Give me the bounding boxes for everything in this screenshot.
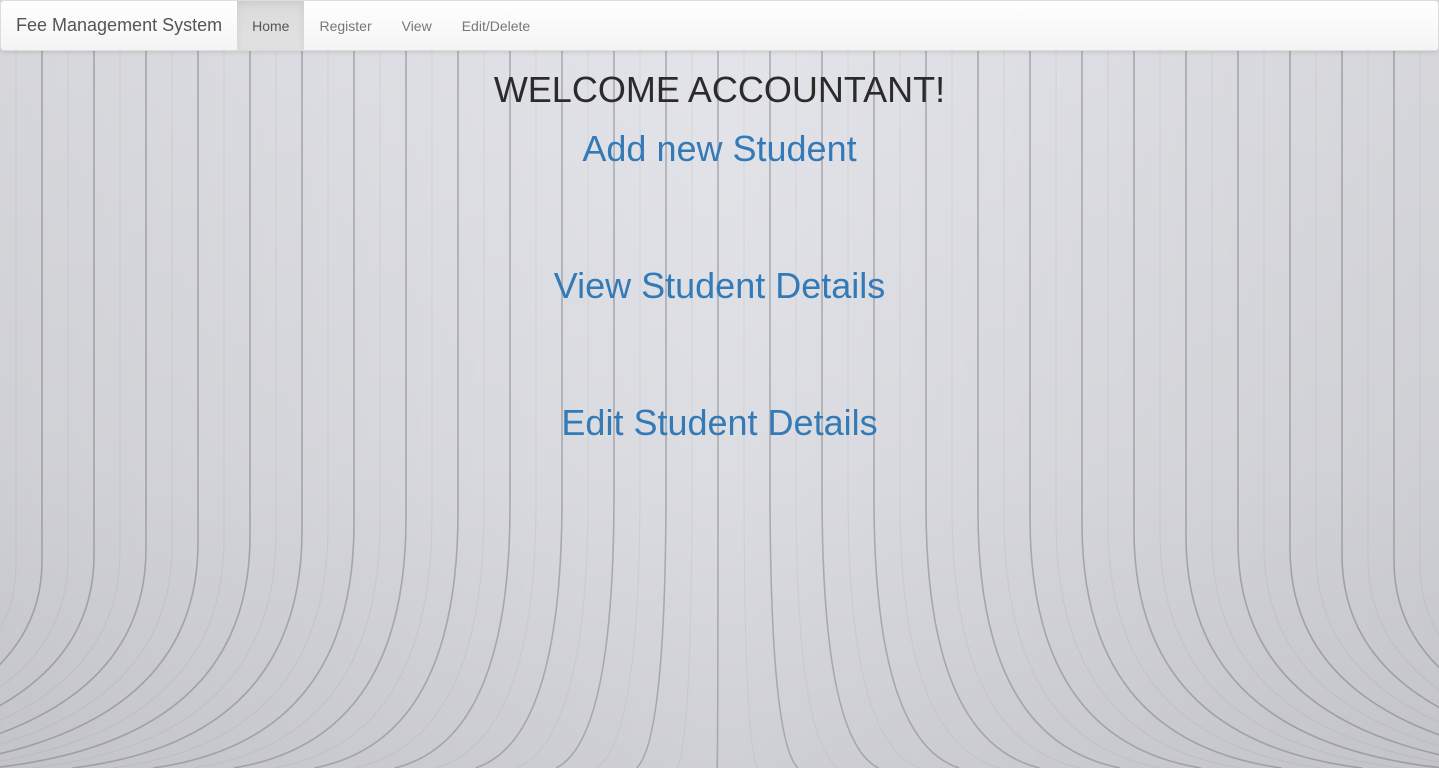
add-student-link[interactable]: Add new Student: [582, 129, 856, 169]
view-student-details-link[interactable]: View Student Details: [554, 266, 886, 306]
edit-student-details-link[interactable]: Edit Student Details: [561, 403, 877, 443]
welcome-heading: WELCOME ACCOUNTANT!: [493, 69, 946, 110]
nav-item-view[interactable]: View: [387, 1, 447, 50]
nav-item-register[interactable]: Register: [304, 1, 386, 50]
navbar-menu: Home Register View Edit/Delete: [237, 1, 545, 50]
main-content: WELCOME ACCOUNTANT! Add new Student View…: [0, 50, 1439, 443]
top-navbar: Fee Management System Home Register View…: [0, 0, 1439, 51]
nav-item-edit-delete[interactable]: Edit/Delete: [447, 1, 545, 50]
nav-item-home[interactable]: Home: [237, 1, 305, 50]
navbar-brand[interactable]: Fee Management System: [1, 1, 237, 50]
